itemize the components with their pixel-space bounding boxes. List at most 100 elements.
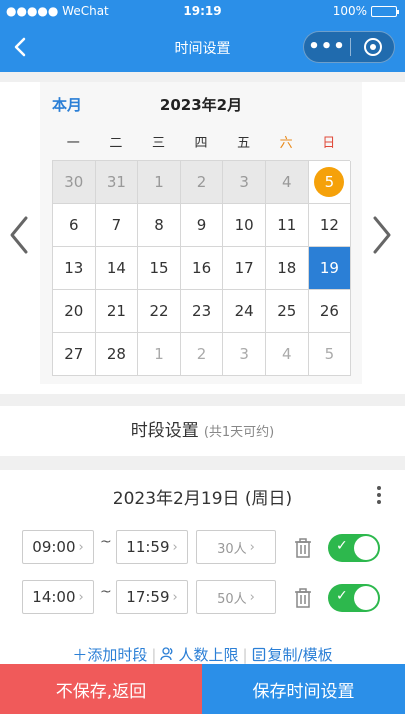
calendar-day[interactable]: 3 (223, 333, 266, 376)
capacity-picker[interactable]: 30人 › (196, 530, 276, 564)
slot-actions: ＋添加时段 | 人数上限 | 复制/模板 (0, 644, 405, 665)
calendar-day[interactable]: 19 (308, 247, 352, 290)
calendar-day[interactable]: 25 (265, 290, 309, 333)
range-separator: ~ (100, 584, 112, 600)
calendar-day[interactable]: 23 (180, 290, 224, 333)
calendar-day[interactable]: 28 (95, 333, 139, 376)
chevron-right-icon: › (172, 589, 178, 605)
calendar-day[interactable]: 2 (180, 333, 224, 376)
weekday-label: 四 (194, 136, 208, 151)
time-slot-row: 14:00 › ~ 17:59 › 50人 › ✓ (22, 580, 382, 616)
start-time-value: 14:00 (32, 588, 76, 606)
check-icon: ✓ (336, 588, 348, 604)
more-button[interactable]: ••• (304, 32, 350, 62)
prev-month-arrow-icon[interactable] (4, 210, 34, 260)
time-slot-row: 09:00 › ~ 11:59 › 30人 › ✓ (22, 530, 382, 566)
calendar-day[interactable]: 16 (180, 247, 224, 290)
trash-icon[interactable] (292, 537, 314, 559)
capacity-picker[interactable]: 50人 › (196, 580, 276, 614)
capacity-limit-label: 人数上限 (178, 646, 239, 664)
separator: | (242, 646, 248, 664)
weekday-label: 三 (151, 136, 165, 151)
end-time-picker[interactable]: 17:59 › (116, 580, 188, 614)
calendar-title: 2023年2月 (159, 96, 243, 114)
start-time-picker[interactable]: 09:00 › (22, 530, 94, 564)
calendar-day[interactable]: 15 (138, 247, 181, 290)
calendar-section: 本月 2023年2月 一 二 三 四 五 六 日 30 31 1 2 3 4 5 6 7 8 9 10… (0, 82, 405, 394)
end-time-picker[interactable]: 11:59 › (116, 530, 188, 564)
calendar-day[interactable]: 5 (308, 161, 352, 204)
calendar-day[interactable]: 7 (95, 204, 139, 247)
capacity-limit-link[interactable]: 人数上限 (160, 646, 238, 664)
calendar-day[interactable]: 22 (138, 290, 181, 333)
calendar-day[interactable]: 26 (308, 290, 352, 333)
calendar-day[interactable]: 1 (138, 333, 181, 376)
calendar-day[interactable]: 18 (265, 247, 309, 290)
capacity-value: 50人 (217, 591, 247, 607)
calendar-day[interactable]: 17 (223, 247, 266, 290)
calendar-day[interactable]: 27 (53, 333, 96, 376)
chevron-right-icon: › (249, 539, 255, 555)
chevron-right-icon: › (78, 539, 84, 555)
calendar-day[interactable]: 11 (265, 204, 309, 247)
more-options-icon[interactable] (373, 484, 385, 506)
slot-enable-toggle[interactable]: ✓ (328, 534, 380, 562)
weekday-header: 一 二 三 四 五 六 日 (52, 132, 350, 151)
calendar-day[interactable]: 3 (223, 161, 266, 204)
chevron-right-icon: › (249, 589, 255, 605)
calendar-day[interactable]: 6 (53, 204, 96, 247)
start-time-value: 09:00 (32, 538, 76, 556)
calendar-day[interactable]: 24 (223, 290, 266, 333)
save-settings-button[interactable]: 保存时间设置 (202, 664, 405, 714)
end-time-value: 17:59 (126, 588, 170, 606)
capacity-value: 30人 (217, 541, 247, 557)
next-month-arrow-icon[interactable] (367, 210, 397, 260)
calendar-day[interactable]: 1 (138, 161, 181, 204)
chevron-right-icon: › (78, 589, 84, 605)
copy-template-link[interactable]: 复制/模板 (252, 646, 333, 664)
calendar-day[interactable]: 2 (180, 161, 224, 204)
calendar-day[interactable]: 30 (53, 161, 96, 204)
weekday-label: 一 (66, 136, 80, 151)
document-icon (252, 647, 265, 662)
selected-date-label: 2023年2月19日 (周日) (112, 489, 293, 509)
period-settings-header: 时段设置 (共1天可约) (0, 406, 405, 456)
bottom-safe-area (0, 714, 405, 724)
footer-actions: 不保存,返回 保存时间设置 (0, 664, 405, 714)
calendar-day[interactable]: 4 (265, 333, 309, 376)
calendar-day[interactable]: 10 (223, 204, 266, 247)
calendar-grid: 30 31 1 2 3 4 5 6 7 8 9 10 11 12 13 14 15 16 17 18 19 20 21 22 2… (52, 160, 352, 376)
available-days-count: (共1天可约) (203, 425, 275, 440)
separator: | (151, 646, 157, 664)
calendar-day[interactable]: 12 (308, 204, 352, 247)
trash-icon[interactable] (292, 587, 314, 609)
nav-bar: 时间设置 ••• (0, 22, 405, 72)
calendar-day[interactable]: 9 (180, 204, 224, 247)
calendar-day[interactable]: 14 (95, 247, 139, 290)
today-marker: 5 (314, 167, 345, 197)
range-separator: ~ (100, 534, 112, 550)
check-icon: ✓ (336, 538, 348, 554)
calendar-day[interactable]: 5 (308, 333, 352, 376)
battery-icon (371, 5, 399, 17)
weekday-label: 日 (322, 136, 336, 151)
weekday-label: 二 (109, 136, 123, 151)
slot-enable-toggle[interactable]: ✓ (328, 584, 380, 612)
miniprogram-capsule: ••• (303, 31, 395, 63)
status-bar: ●●●●● WeChat 19:19 100% (0, 0, 405, 22)
start-time-picker[interactable]: 14:00 › (22, 580, 94, 614)
add-slot-link[interactable]: ＋添加时段 (72, 646, 147, 664)
period-title: 时段设置 (130, 421, 199, 441)
copy-template-label: 复制/模板 (267, 646, 333, 664)
calendar-day[interactable]: 21 (95, 290, 139, 333)
weekday-label: 五 (237, 136, 251, 151)
calendar-day[interactable]: 8 (138, 204, 181, 247)
chevron-right-icon: › (172, 539, 178, 555)
calendar-day[interactable]: 13 (53, 247, 96, 290)
discard-and-back-button[interactable]: 不保存,返回 (0, 664, 202, 714)
calendar: 本月 2023年2月 一 二 三 四 五 六 日 30 31 1 2 3 4 5 6 7 8 9 10… (40, 82, 362, 384)
calendar-day[interactable]: 20 (53, 290, 96, 333)
calendar-day[interactable]: 31 (95, 161, 139, 204)
calendar-day[interactable]: 4 (265, 161, 309, 204)
close-miniprogram-button[interactable] (351, 38, 394, 56)
